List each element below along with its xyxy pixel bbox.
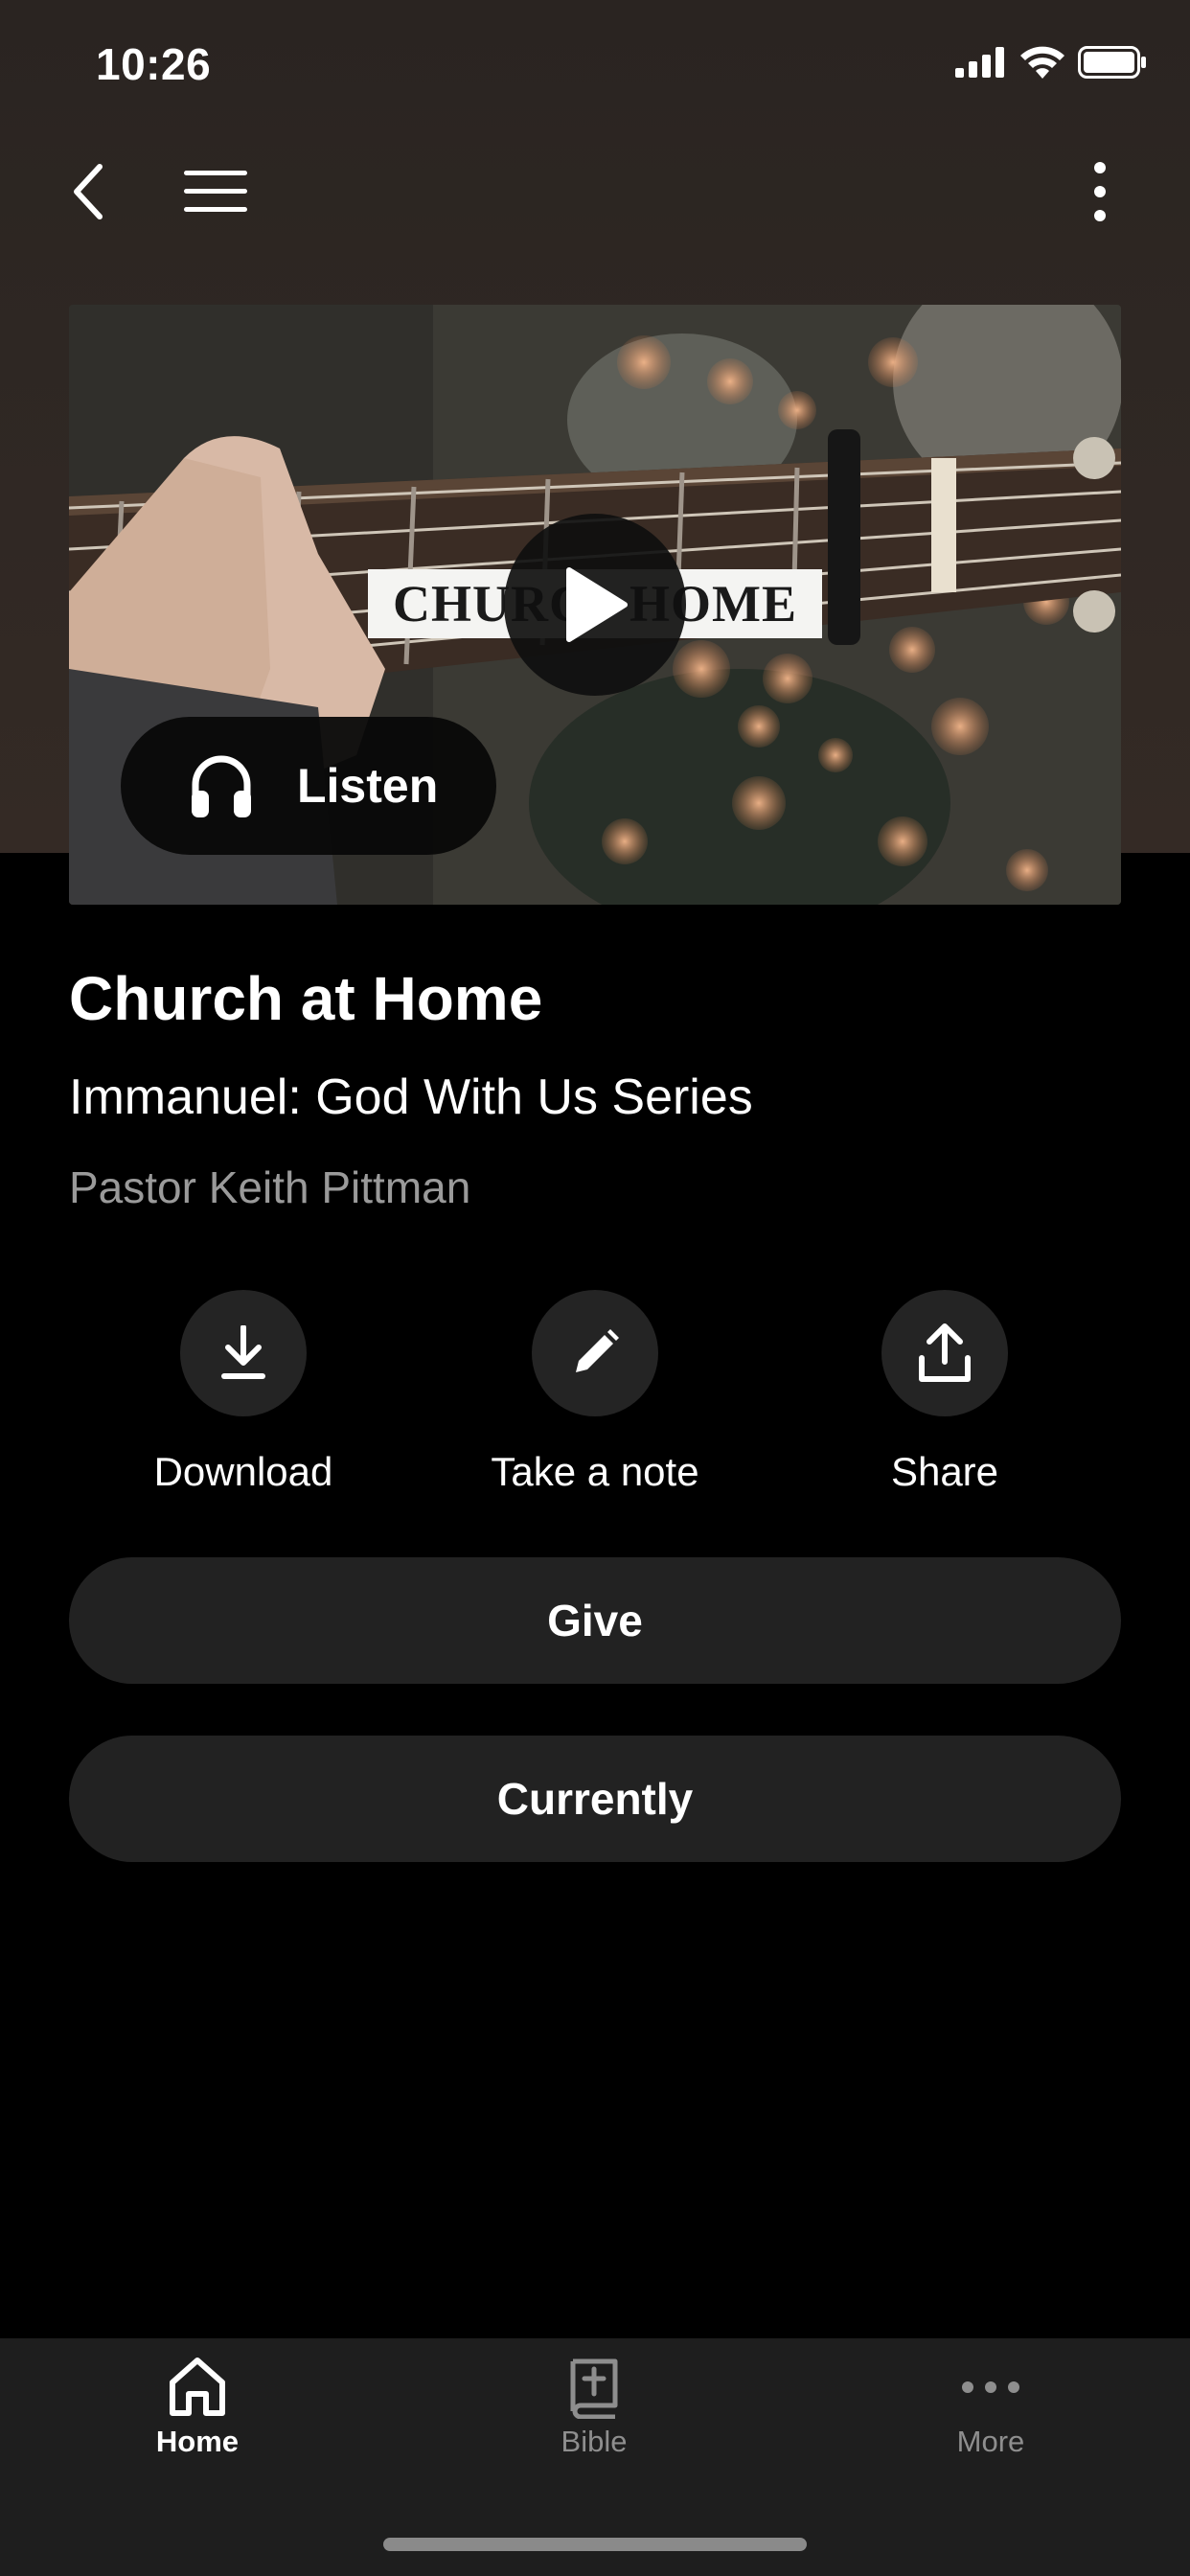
vertical-dots-icon — [1094, 162, 1106, 221]
tab-bible-label: Bible — [561, 2425, 628, 2458]
currently-label: Currently — [496, 1774, 694, 1824]
chevron-left-icon — [74, 164, 103, 219]
video-player[interactable]: CHURC HOME Listen — [69, 305, 1121, 905]
wifi-icon — [1020, 46, 1064, 79]
series-subtitle: Immanuel: God With Us Series — [69, 1070, 753, 1125]
speaker-name: Pastor Keith Pittman — [69, 1162, 471, 1212]
give-label: Give — [547, 1596, 643, 1645]
home-icon — [170, 2358, 225, 2416]
take-note-button[interactable]: Take a note — [432, 1290, 758, 1495]
back-button[interactable] — [40, 144, 136, 240]
page-title: Church at Home — [69, 964, 543, 1033]
share-icon — [919, 1323, 971, 1382]
share-circle[interactable] — [881, 1290, 1008, 1416]
status-bar: 10:26 — [0, 0, 1190, 129]
download-label: Download — [153, 1449, 333, 1494]
tab-home[interactable]: Home — [54, 2356, 341, 2459]
tab-home-label: Home — [155, 2425, 240, 2458]
home-indicator — [383, 2538, 807, 2551]
status-icons — [955, 46, 1147, 79]
battery-icon — [1078, 46, 1146, 79]
cellular-signal-icon — [955, 47, 1004, 78]
action-row: Download Take a note Share — [0, 1290, 1190, 1510]
listen-label: Listen — [297, 759, 439, 813]
give-button[interactable]: Give — [69, 1557, 1121, 1684]
play-icon — [566, 567, 628, 642]
take-note-label: Take a note — [491, 1449, 699, 1494]
menu-button[interactable] — [168, 144, 263, 240]
status-time: 10:26 — [96, 39, 212, 89]
play-button[interactable] — [504, 514, 686, 696]
tab-more-label: More — [956, 2425, 1025, 2458]
pencil-icon — [576, 1329, 619, 1372]
currently-button[interactable]: Currently — [69, 1736, 1121, 1862]
listen-button[interactable]: Listen — [121, 717, 496, 855]
tab-more[interactable]: More — [847, 2356, 1134, 2459]
more-dots-icon — [962, 2381, 1019, 2393]
download-button[interactable]: Download — [80, 1290, 406, 1495]
tab-bible[interactable]: Bible — [450, 2356, 738, 2459]
headphones-icon — [192, 755, 251, 817]
download-circle[interactable] — [180, 1290, 307, 1416]
take-note-circle[interactable] — [532, 1290, 658, 1416]
share-button[interactable]: Share — [782, 1290, 1108, 1495]
download-icon — [221, 1325, 265, 1379]
hamburger-menu-icon — [184, 171, 247, 212]
share-label: Share — [890, 1449, 999, 1494]
top-navigation — [0, 144, 1190, 240]
more-options-button[interactable] — [1052, 144, 1148, 240]
bible-icon — [570, 2358, 618, 2419]
